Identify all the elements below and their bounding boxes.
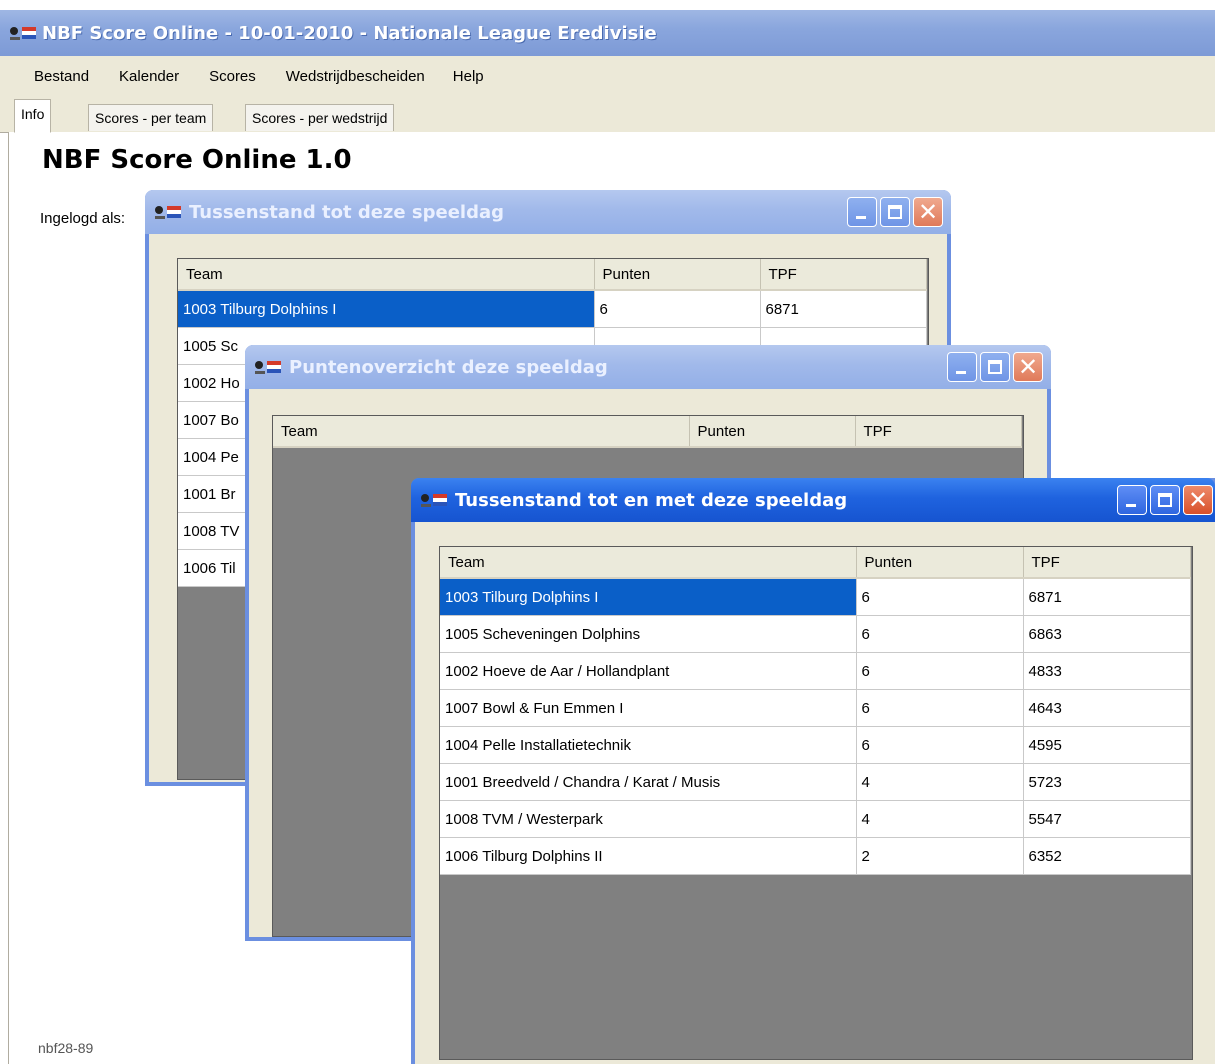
- window-titlebar[interactable]: Tussenstand tot deze speeldag ✕: [145, 190, 951, 234]
- cell-punten: 6: [856, 578, 1024, 616]
- maximize-icon: [1158, 493, 1172, 507]
- column-header-tpf[interactable]: TPF: [1023, 547, 1191, 579]
- tab-scores-per-wedstrijd[interactable]: Scores - per wedstrijd: [245, 104, 395, 131]
- bowling-app-icon: [155, 203, 181, 221]
- page-title: NBF Score Online 1.0: [42, 145, 352, 175]
- footer-code: nbf28-89: [38, 1040, 94, 1056]
- cell-punten: 6: [856, 615, 1024, 653]
- points-table: Team Punten TPF: [273, 416, 1022, 448]
- cell-team: 1005 Scheveningen Dolphins: [440, 615, 857, 653]
- menu-scores[interactable]: Scores: [209, 68, 256, 85]
- tab-info[interactable]: Info: [14, 99, 52, 133]
- menu-wedstrijdbescheiden[interactable]: Wedstrijdbescheiden: [286, 68, 425, 85]
- cell-tpf: 6352: [1023, 837, 1191, 875]
- column-header-punten[interactable]: Punten: [856, 547, 1024, 579]
- window-body: Team Punten TPF 1003 Tilburg Dolphins I6…: [415, 522, 1215, 1064]
- cell-punten: 4: [856, 800, 1024, 838]
- main-titlebar[interactable]: NBF Score Online - 10-01-2010 - National…: [0, 10, 1215, 56]
- cell-team: 1001 Breedveld / Chandra / Karat / Musis: [440, 763, 857, 801]
- table-row[interactable]: 1001 Breedveld / Chandra / Karat / Musis…: [440, 763, 1191, 801]
- minimize-icon: [956, 371, 966, 374]
- maximize-button[interactable]: [1150, 485, 1180, 515]
- cell-tpf: 5723: [1023, 763, 1191, 801]
- close-icon: ✕: [1187, 486, 1209, 514]
- standings-table: Team Punten TPF 1003 Tilburg Dolphins I6…: [440, 547, 1191, 875]
- table-row[interactable]: 1003 Tilburg Dolphins I 6 6871: [178, 290, 927, 328]
- minimize-button[interactable]: [847, 197, 877, 227]
- cell-tpf: 4643: [1023, 689, 1191, 727]
- minimize-icon: [1126, 504, 1136, 507]
- cell-tpf: 5547: [1023, 800, 1191, 838]
- cell-punten: 2: [856, 837, 1024, 875]
- window-tussenstand-tot-en-met-deze-speeldag[interactable]: Tussenstand tot en met deze speeldag ✕ T…: [411, 478, 1215, 1064]
- cell-tpf: 6871: [760, 290, 927, 328]
- column-header-team[interactable]: Team: [273, 416, 690, 448]
- menu-help[interactable]: Help: [453, 68, 484, 85]
- menu-bar: Bestand Kalender Scores Wedstrijdbeschei…: [0, 56, 1215, 97]
- login-label: Ingelogd als:: [40, 210, 126, 227]
- close-button[interactable]: ✕: [1013, 352, 1043, 382]
- bowling-app-icon: [255, 358, 281, 376]
- minimize-icon: [856, 216, 866, 219]
- maximize-button[interactable]: [880, 197, 910, 227]
- cell-team: 1008 TVM / Westerpark: [440, 800, 857, 838]
- column-header-team[interactable]: Team: [178, 259, 595, 291]
- cell-tpf: 4595: [1023, 726, 1191, 764]
- tab-strip: Info Scores - per team Scores - per weds…: [0, 96, 1215, 133]
- column-header-punten[interactable]: Punten: [689, 416, 856, 448]
- table-row[interactable]: 1007 Bowl & Fun Emmen I 6 4643: [440, 689, 1191, 727]
- window-titlebar[interactable]: Tussenstand tot en met deze speeldag ✕: [411, 478, 1215, 522]
- cell-punten: 4: [856, 763, 1024, 801]
- table-row[interactable]: 1004 Pelle Installatietechnik 6 4595: [440, 726, 1191, 764]
- window-title: Tussenstand tot deze speeldag: [189, 201, 504, 223]
- close-icon: ✕: [917, 198, 939, 226]
- cell-punten: 6: [856, 689, 1024, 727]
- minimize-button[interactable]: [947, 352, 977, 382]
- close-button[interactable]: ✕: [913, 197, 943, 227]
- standings-grid[interactable]: Team Punten TPF 1003 Tilburg Dolphins I6…: [439, 546, 1193, 1060]
- cell-team: 1004 Pelle Installatietechnik: [440, 726, 857, 764]
- column-header-tpf[interactable]: TPF: [760, 259, 927, 291]
- bowling-app-icon: [421, 491, 447, 509]
- window-titlebar[interactable]: Puntenoverzicht deze speeldag ✕: [245, 345, 1051, 389]
- cell-punten: 6: [856, 652, 1024, 690]
- maximize-icon: [988, 360, 1002, 374]
- window-title: Puntenoverzicht deze speeldag: [289, 356, 608, 378]
- table-row[interactable]: 1006 Tilburg Dolphins II 2 6352: [440, 837, 1191, 875]
- column-header-tpf[interactable]: TPF: [855, 416, 1022, 448]
- cell-team: 1003 Tilburg Dolphins I: [440, 578, 857, 616]
- cell-tpf: 4833: [1023, 652, 1191, 690]
- window-title: Tussenstand tot en met deze speeldag: [455, 489, 848, 511]
- tab-scores-per-team[interactable]: Scores - per team: [88, 104, 214, 131]
- close-button[interactable]: ✕: [1183, 485, 1213, 515]
- table-row[interactable]: 1003 Tilburg Dolphins I 6 6871: [440, 578, 1191, 616]
- menu-bestand[interactable]: Bestand: [34, 68, 89, 85]
- column-header-punten[interactable]: Punten: [594, 259, 761, 291]
- table-row[interactable]: 1002 Hoeve de Aar / Hollandplant 6 4833: [440, 652, 1191, 690]
- table-row[interactable]: 1008 TVM / Westerpark 4 5547: [440, 800, 1191, 838]
- close-icon: ✕: [1017, 353, 1039, 381]
- cell-tpf: 6863: [1023, 615, 1191, 653]
- table-row[interactable]: 1005 Scheveningen Dolphins 6 6863: [440, 615, 1191, 653]
- column-header-team[interactable]: Team: [440, 547, 857, 579]
- cell-punten: 6: [856, 726, 1024, 764]
- bowling-app-icon: [10, 24, 36, 42]
- window-title: NBF Score Online - 10-01-2010 - National…: [42, 22, 657, 44]
- cell-team: 1002 Hoeve de Aar / Hollandplant: [440, 652, 857, 690]
- cell-team: 1007 Bowl & Fun Emmen I: [440, 689, 857, 727]
- cell-tpf: 6871: [1023, 578, 1191, 616]
- menu-kalender[interactable]: Kalender: [119, 68, 179, 85]
- cell-team: 1003 Tilburg Dolphins I: [178, 290, 595, 328]
- maximize-icon: [888, 205, 902, 219]
- minimize-button[interactable]: [1117, 485, 1147, 515]
- cell-punten: 6: [594, 290, 761, 328]
- cell-team: 1006 Tilburg Dolphins II: [440, 837, 857, 875]
- maximize-button[interactable]: [980, 352, 1010, 382]
